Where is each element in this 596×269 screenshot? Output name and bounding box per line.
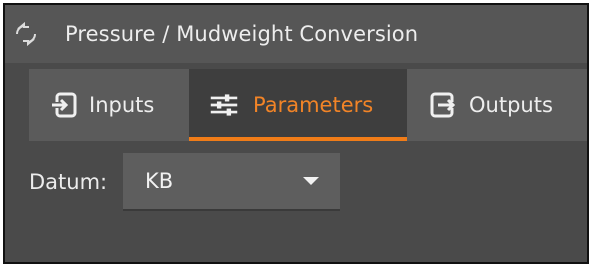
- datum-dropdown[interactable]: KB: [123, 153, 340, 211]
- tab-inputs[interactable]: Inputs: [49, 69, 154, 141]
- tab-strip: Inputs Parameters Outputs: [5, 69, 587, 141]
- sign-out-icon: [429, 90, 459, 120]
- conversion-window: Pressure / Mudweight Conversion Inputs P…: [3, 3, 589, 264]
- tab-parameters-label: Parameters: [253, 93, 374, 117]
- title-bar: Pressure / Mudweight Conversion: [5, 5, 587, 63]
- sliders-icon: [209, 90, 239, 120]
- tab-parameters[interactable]: Parameters: [189, 69, 407, 141]
- datum-label: Datum:: [29, 170, 108, 194]
- chevron-down-icon: [303, 177, 319, 185]
- tab-outputs[interactable]: Outputs: [429, 69, 553, 141]
- datum-selected-value: KB: [145, 169, 174, 193]
- tab-outputs-label: Outputs: [469, 93, 553, 117]
- link-arrows-icon: [11, 19, 41, 49]
- tab-inputs-label: Inputs: [89, 93, 155, 117]
- datum-row: Datum: KB: [5, 153, 587, 211]
- sign-in-icon: [49, 90, 79, 120]
- window-title: Pressure / Mudweight Conversion: [65, 22, 419, 46]
